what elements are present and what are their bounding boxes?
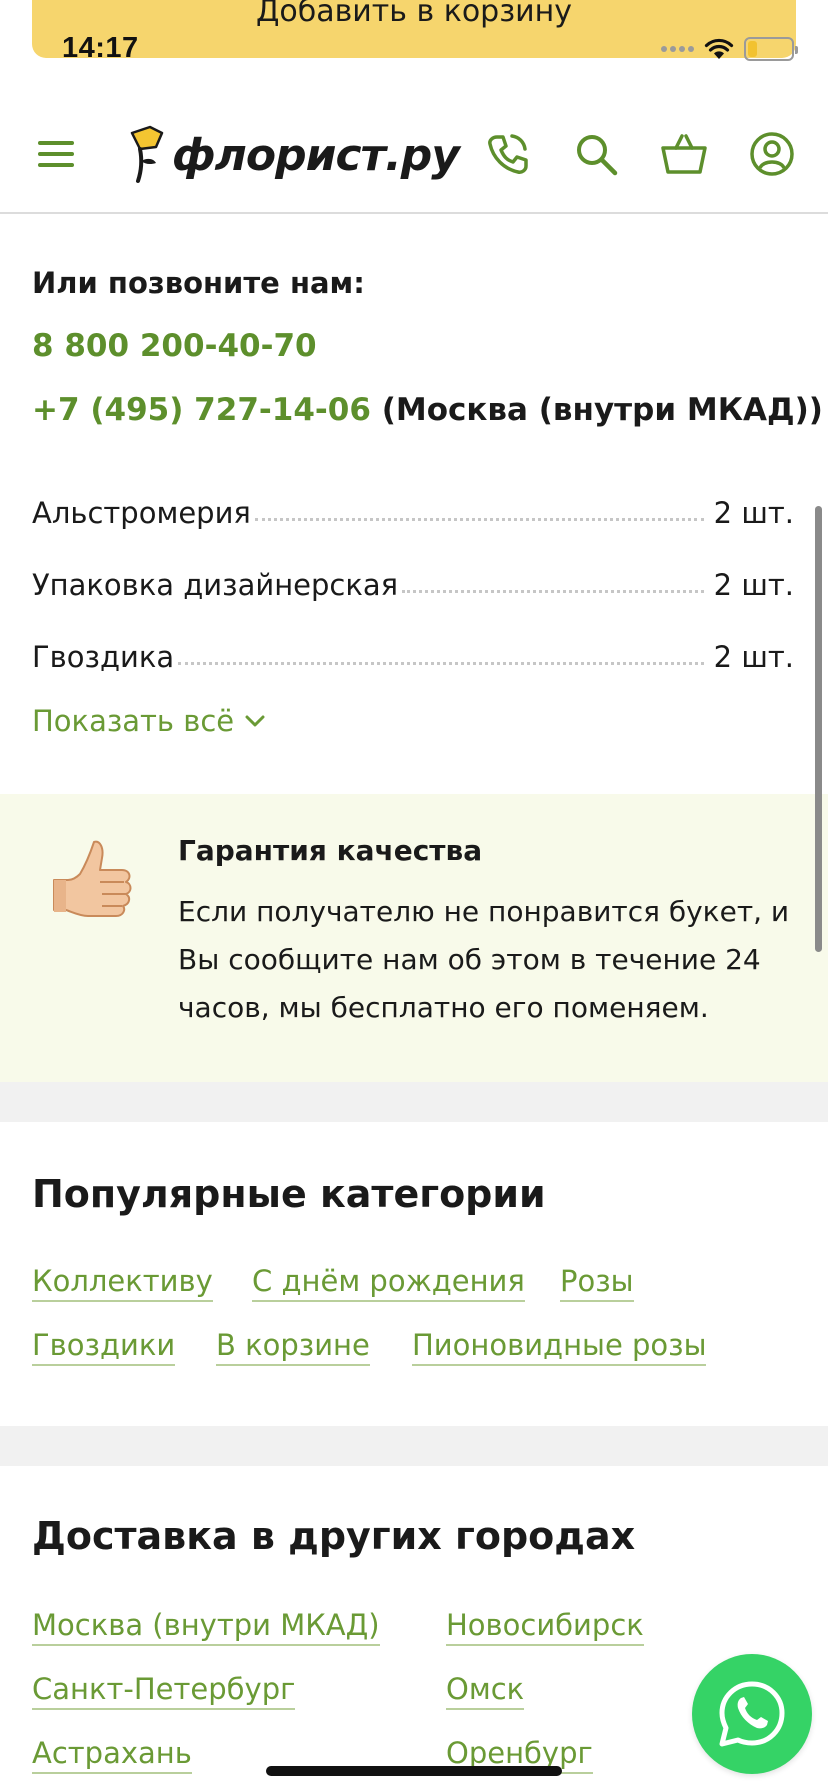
status-icons [661, 36, 798, 62]
quality-guarantee: Гарантия качества Если получателю не пон… [0, 794, 828, 1082]
site-header: флорист.ру [0, 96, 828, 214]
wifi-icon [704, 38, 734, 59]
category-link[interactable]: Пионовидные розы [412, 1328, 707, 1366]
chevron-down-icon [245, 715, 265, 727]
composition-row: Упаковка дизайнерская 2 шт. [32, 560, 794, 602]
phone-link-moscow[interactable]: +7 (495) 727-14-06 [32, 392, 371, 428]
composition-name: Альстромерия [32, 496, 251, 530]
guarantee-title: Гарантия качества [178, 834, 483, 867]
search-icon [577, 135, 618, 176]
composition-qty: 2 шт. [713, 640, 794, 674]
guarantee-line: часов, мы бесплатно его поменяем. [178, 991, 709, 1024]
dotted-leader [254, 518, 704, 521]
category-link[interactable]: Коллективу [32, 1264, 213, 1302]
city-link[interactable]: Москва (внутри МКАД) [32, 1608, 380, 1646]
menu-icon [38, 141, 74, 167]
category-link[interactable]: Розы [560, 1264, 634, 1302]
basket-icon [661, 134, 707, 174]
phone-icon [488, 134, 528, 174]
cellular-signal-icon [661, 46, 694, 52]
category-link[interactable]: Гвоздики [32, 1328, 176, 1366]
menu-button[interactable] [26, 124, 86, 184]
section-divider [0, 1426, 828, 1466]
cart-button[interactable] [654, 124, 714, 184]
user-icon [750, 132, 794, 176]
logo-text: флорист.ру [172, 129, 460, 181]
city-link[interactable]: Астрахань [32, 1736, 192, 1774]
whatsapp-button[interactable] [692, 1654, 812, 1774]
account-button[interactable] [742, 124, 802, 184]
guarantee-line: Если получателю не понравится букет, и [178, 895, 790, 928]
section-divider [0, 1082, 828, 1122]
battery-icon [744, 37, 798, 61]
category-link[interactable]: В корзине [216, 1328, 370, 1366]
phone-moscow-note: (Москва (внутри МКАД)) [370, 392, 823, 428]
composition-row: Альстромерия 2 шт. [32, 488, 794, 530]
composition-qty: 2 шт. [713, 496, 794, 530]
status-time: 14:17 [62, 32, 139, 64]
phone-link-free[interactable]: 8 800 200-40-70 [32, 328, 317, 364]
call-button[interactable] [478, 124, 538, 184]
composition-row: Гвоздика 2 шт. [32, 632, 794, 674]
thumbs-up-icon [53, 840, 132, 917]
site-logo[interactable]: флорист.ру [126, 122, 460, 188]
logo-flower-icon [130, 125, 164, 183]
show-all-button[interactable]: Показать всё [32, 704, 266, 738]
whatsapp-icon [719, 1681, 785, 1747]
phone-moscow: +7 (495) 727-14-06 (Москва (внутри МКАД)… [32, 392, 823, 428]
dotted-leader [402, 590, 704, 593]
call-us-title: Или позвоните нам: [32, 266, 365, 300]
composition-qty: 2 шт. [713, 568, 794, 602]
composition-name: Упаковка дизайнерская [32, 568, 399, 602]
delivery-cities-title: Доставка в других городах [32, 1514, 636, 1558]
scrollbar[interactable] [815, 506, 822, 952]
guarantee-text: Если получателю не понравится букет, и В… [178, 888, 798, 1032]
home-indicator [266, 1766, 562, 1776]
city-link[interactable]: Новосибирск [446, 1608, 644, 1646]
city-link[interactable]: Омск [446, 1672, 525, 1710]
city-link[interactable]: Санкт-Петербург [32, 1672, 296, 1710]
add-to-cart-label: Добавить в корзину [255, 0, 573, 29]
category-link[interactable]: С днём рождения [252, 1264, 525, 1302]
popular-categories-title: Популярные категории [32, 1172, 546, 1216]
show-all-label: Показать всё [32, 704, 235, 738]
composition-name: Гвоздика [32, 640, 175, 674]
search-button[interactable] [566, 124, 626, 184]
dotted-leader [178, 662, 704, 665]
guarantee-line: Вы сообщите нам об этом в течение 24 [178, 943, 761, 976]
